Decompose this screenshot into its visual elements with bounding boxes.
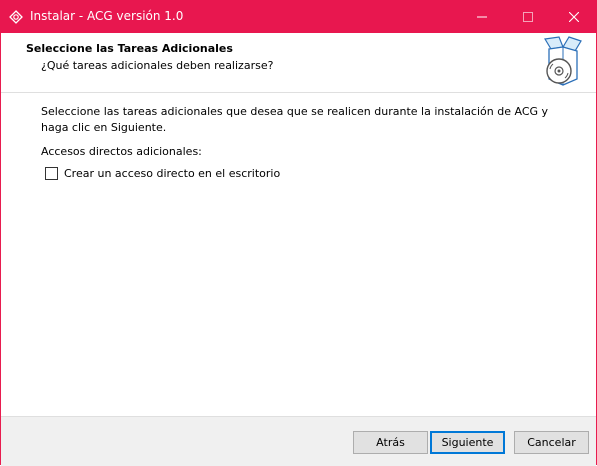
cancel-button[interactable]: Cancelar bbox=[514, 431, 589, 454]
window-title: Instalar - ACG versión 1.0 bbox=[30, 9, 184, 23]
app-icon bbox=[8, 9, 24, 25]
back-button[interactable]: Atrás bbox=[353, 431, 428, 454]
installer-box-disc-icon bbox=[539, 35, 585, 89]
page-subtitle: ¿Qué tareas adicionales deben realizarse… bbox=[41, 59, 274, 72]
close-button[interactable] bbox=[551, 0, 597, 33]
task-description: Seleccione las tareas adicionales que de… bbox=[41, 105, 549, 134]
wizard-header: Seleccione las Tareas Adicionales ¿Qué t… bbox=[1, 33, 596, 93]
page-title: Seleccione las Tareas Adicionales bbox=[26, 42, 233, 55]
title-bar[interactable]: Instalar - ACG versión 1.0 bbox=[0, 0, 597, 33]
wizard-footer: Atrás Siguiente Cancelar bbox=[1, 416, 596, 466]
close-icon bbox=[569, 11, 579, 22]
maximize-button[interactable] bbox=[505, 0, 551, 33]
maximize-icon bbox=[523, 11, 533, 22]
desktop-shortcut-task[interactable]: Crear un acceso directo en el escritorio bbox=[45, 165, 280, 181]
minimize-button[interactable] bbox=[459, 0, 505, 33]
next-button[interactable]: Siguiente bbox=[430, 431, 505, 454]
shortcuts-group-label: Accesos directos adicionales: bbox=[41, 145, 202, 158]
minimize-icon bbox=[477, 12, 487, 22]
desktop-shortcut-checkbox[interactable] bbox=[45, 166, 58, 180]
wizard-content: Seleccione las tareas adicionales que de… bbox=[1, 93, 596, 415]
desktop-shortcut-label[interactable]: Crear un acceso directo en el escritorio bbox=[64, 167, 280, 180]
installer-window: Instalar - ACG versión 1.0 Seleccione la… bbox=[0, 0, 597, 466]
